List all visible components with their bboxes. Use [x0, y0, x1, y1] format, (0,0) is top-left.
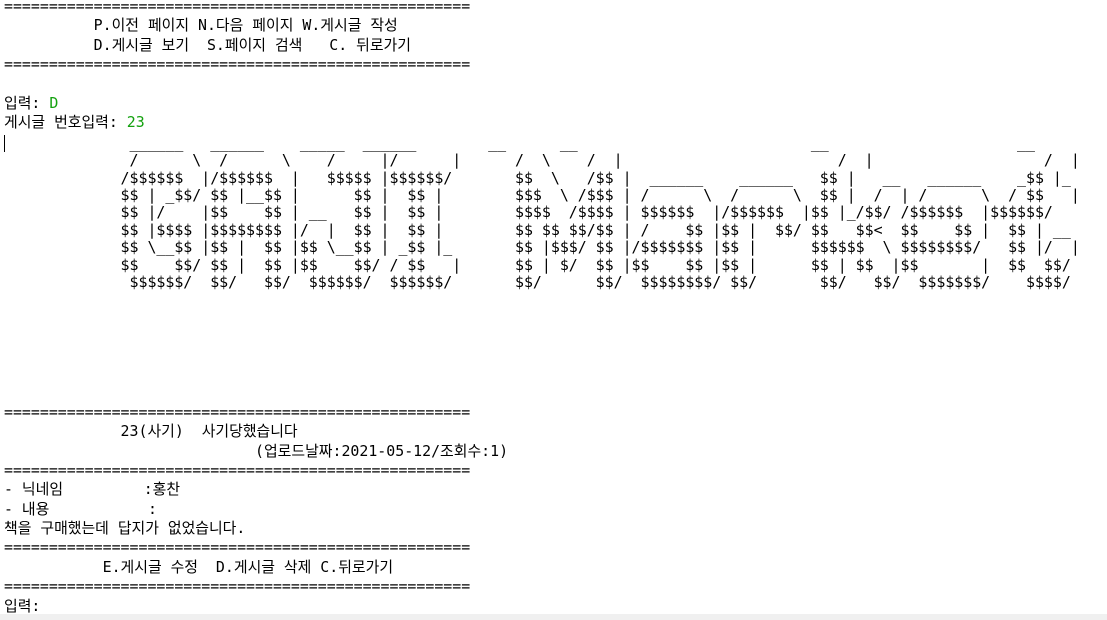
menu-line-1: P.이전 페이지 N.다음 페이지 W.게시글 작성 [4, 16, 398, 35]
input-line-1: 입력: D [4, 94, 1107, 113]
post-number-label: 게시글 번호입력: [4, 113, 127, 132]
input-label: 입력: [4, 93, 50, 112]
separator-line: ========================================… [4, 402, 471, 421]
input-line-2: 게시글 번호입력: 23 [4, 113, 1107, 132]
nickname-line: - 닉네임 :홍찬 [4, 480, 181, 499]
separator-line: ========================================… [4, 460, 471, 479]
input-value: D [49, 93, 59, 112]
ascii-art-banner: ______ ______ _____ ______ __ __ __ __ /… [120, 133, 1080, 291]
actions-line: E.게시글 수정 D.게시글 삭제 C.뒤로가기 [4, 557, 394, 576]
console-output: ========================================… [4, 0, 1107, 620]
horizontal-scrollbar[interactable] [0, 614, 1107, 620]
content-label-line: - 내용 : [4, 499, 157, 518]
post-number-value: 23 [126, 113, 145, 132]
separator-line: ========================================… [4, 538, 471, 557]
ascii-art-block: ______ ______ _____ ______ __ __ __ __ /… [4, 133, 1107, 403]
separator-line: ========================================… [4, 0, 471, 15]
post-content: 책을 구매했는데 답지가 없었습니다. [4, 519, 246, 538]
menu-line-2: D.게시글 보기 S.페이지 검색 C. 뒤로가기 [4, 35, 411, 54]
separator-line: ========================================… [4, 577, 471, 596]
separator-line: ========================================… [4, 55, 471, 74]
post-meta-line: (업로드날짜:2021-05-12/조회수:1) [4, 441, 509, 460]
post-title-line: 23(사기) 사기당했습니다 [4, 422, 298, 441]
